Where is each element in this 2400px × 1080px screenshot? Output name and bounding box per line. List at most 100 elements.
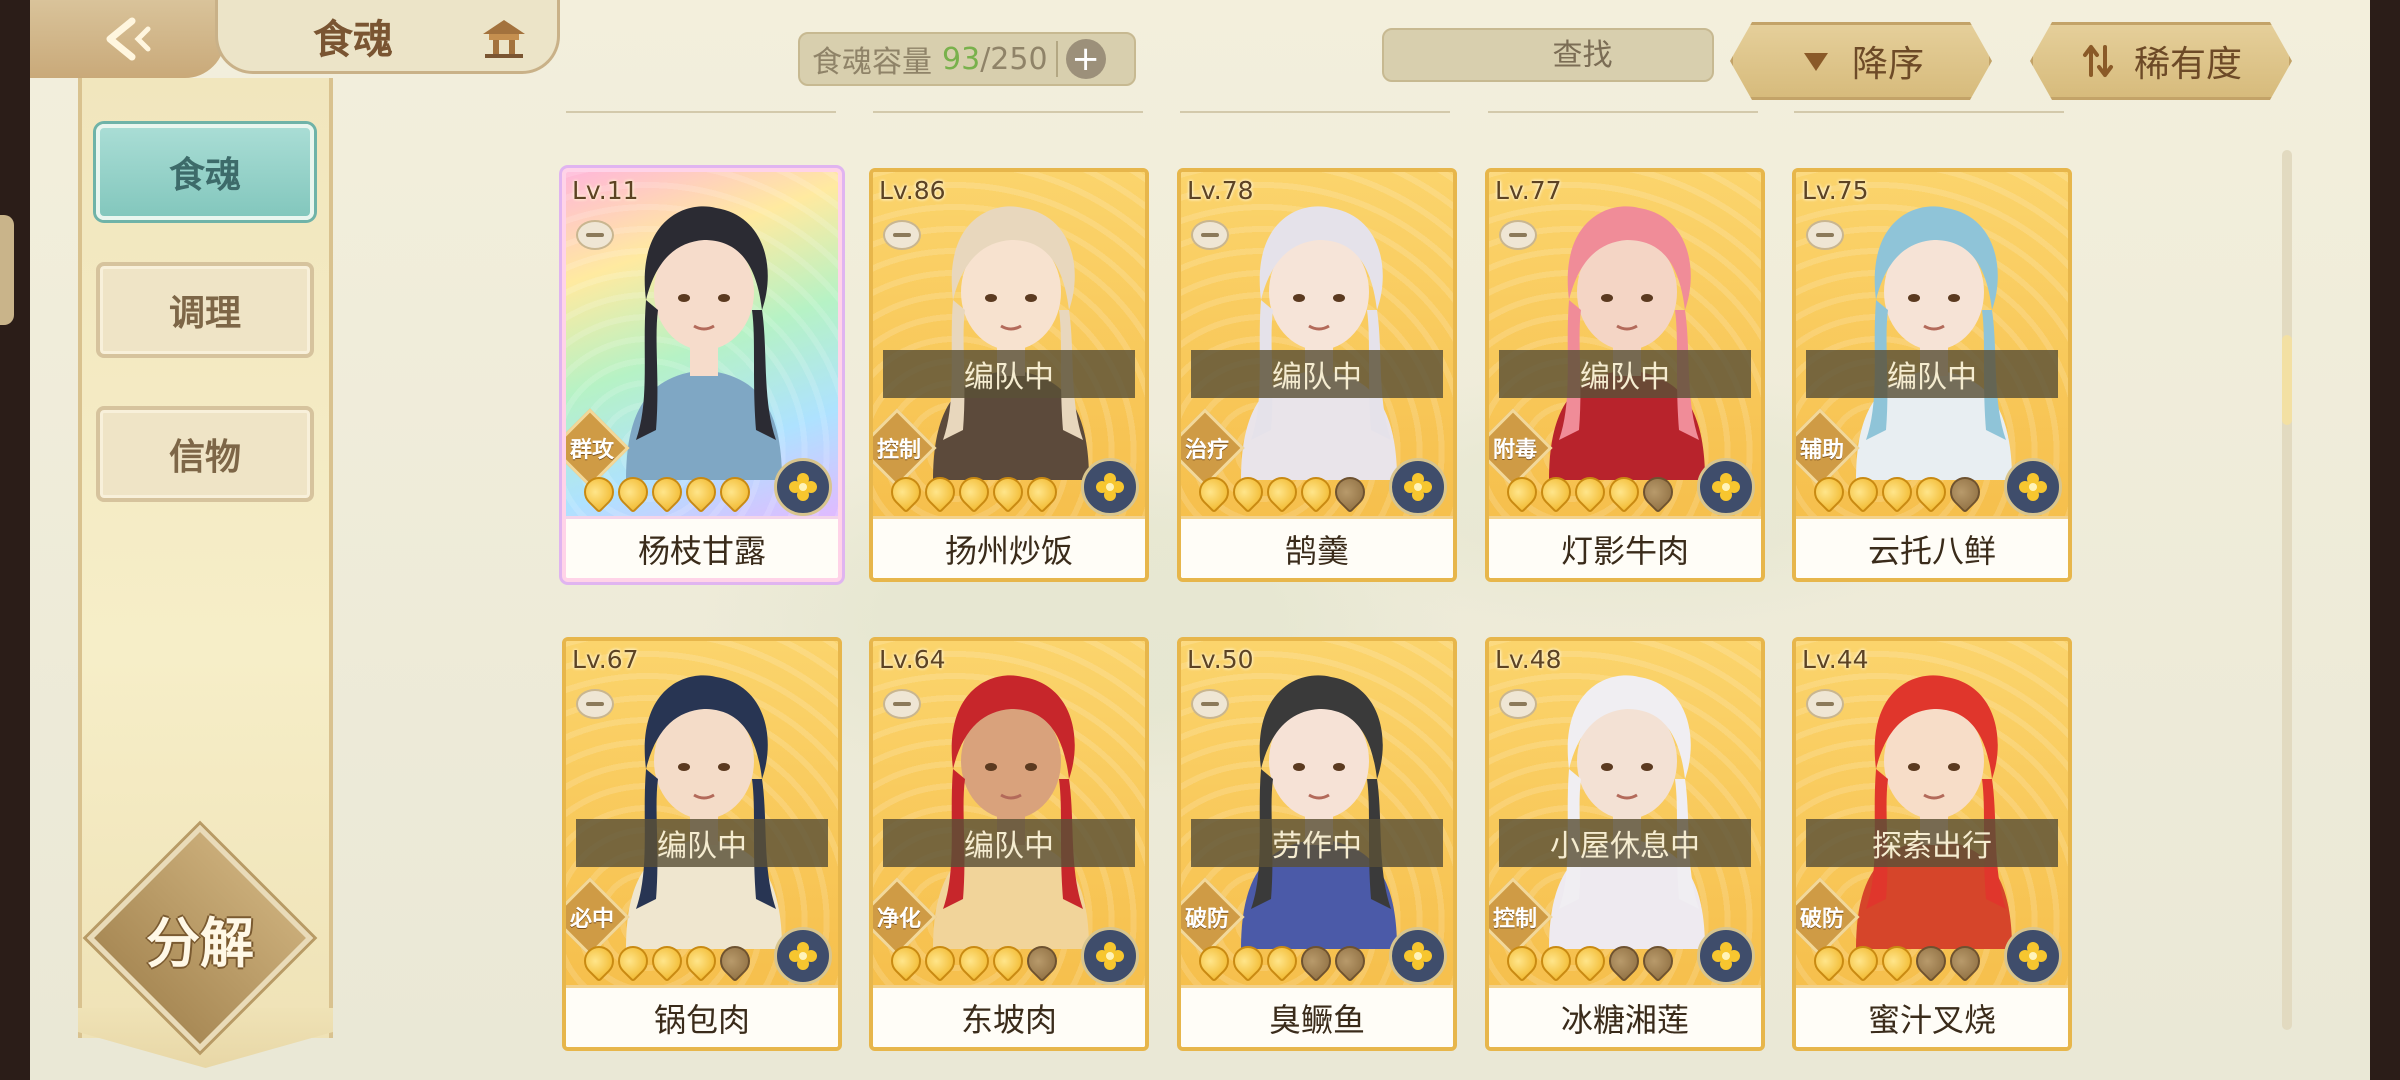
element-flower-icon: [1081, 458, 1139, 516]
star-icon: [1636, 470, 1680, 514]
star-rating: [1500, 468, 1680, 516]
column-divider: [1794, 111, 2064, 113]
star-icon: [1602, 939, 1646, 983]
add-capacity-button[interactable]: +: [1065, 39, 1106, 79]
flower-icon: [1712, 473, 1740, 501]
star-icon: [952, 939, 996, 983]
star-icon: [1260, 939, 1304, 983]
level-label: Lv.11: [572, 176, 639, 205]
food-soul-card[interactable]: Lv.11 群攻 杨枝甘露: [562, 168, 842, 582]
role-label: 破防: [1184, 907, 1229, 932]
screen-edge-right: [2370, 0, 2400, 1080]
star-icon: [1909, 470, 1953, 514]
food-soul-card[interactable]: Lv.78 编队中 治疗 鹄羹: [1177, 168, 1457, 582]
star-icon: [1807, 939, 1851, 983]
pavilion-icon[interactable]: [479, 16, 529, 60]
star-rating: [1807, 937, 1987, 985]
sidebar-item-label: 调理: [168, 292, 241, 334]
level-label: Lv.67: [572, 645, 639, 674]
sidebar-item-food-souls[interactable]: 食魂: [96, 124, 314, 220]
role-label: 净化: [876, 907, 921, 932]
food-soul-name: 鹄羹: [1181, 516, 1453, 578]
role-label: 群攻: [569, 438, 614, 463]
role-label: 附毒: [1492, 438, 1537, 463]
sort-by-button[interactable]: 稀有度: [2030, 22, 2292, 100]
capacity-label: 食魂容量: [812, 45, 932, 80]
star-rating: [1192, 937, 1372, 985]
character-portrait: [933, 206, 1089, 480]
star-icon: [1875, 939, 1919, 983]
level-label: Lv.48: [1495, 645, 1562, 674]
role-label: 辅助: [1799, 438, 1844, 463]
star-icon: [1909, 939, 1953, 983]
search-box[interactable]: ✕: [1382, 28, 1798, 82]
sidebar-item-label: 食魂: [168, 154, 241, 196]
star-icon: [577, 470, 621, 514]
star-icon: [713, 939, 757, 983]
food-soul-card[interactable]: Lv.86 编队中 控制 扬州炒饭: [869, 168, 1149, 582]
status-banner: 编队中: [576, 819, 828, 867]
star-icon: [1500, 470, 1544, 514]
title-tab: 食魂: [215, 0, 560, 74]
status-banner: 编队中: [883, 819, 1135, 867]
food-soul-card[interactable]: Lv.48 小屋休息中 控制 冰糖湘莲: [1485, 637, 1765, 1051]
element-flower-icon: [1081, 927, 1139, 985]
level-label: Lv.64: [879, 645, 946, 674]
screen-edge-left: [0, 0, 30, 1080]
star-rating: [1192, 468, 1372, 516]
flower-icon: [1096, 942, 1124, 970]
food-soul-card[interactable]: Lv.44 探索出行 破防 蜜汁叉烧: [1792, 637, 2072, 1051]
character-portrait: [1856, 206, 2012, 480]
bowl-icon: [1499, 689, 1537, 719]
bowl-icon: [576, 689, 614, 719]
scrollbar[interactable]: [2282, 150, 2292, 1030]
search-input[interactable]: [1396, 37, 1769, 73]
level-label: Lv.78: [1187, 176, 1254, 205]
bowl-icon: [1806, 220, 1844, 250]
star-icon: [952, 470, 996, 514]
bowl-icon: [1191, 689, 1229, 719]
food-soul-card[interactable]: Lv.77 编队中 附毒 灯影牛肉: [1485, 168, 1765, 582]
element-flower-icon: [774, 927, 832, 985]
sort-order-button[interactable]: 降序: [1730, 22, 1992, 100]
status-banner: 劳作中: [1191, 819, 1443, 867]
role-label: 控制: [1492, 907, 1537, 932]
food-soul-name: 臭鳜鱼: [1181, 985, 1453, 1047]
star-icon: [679, 939, 723, 983]
bowl-icon: [1499, 220, 1537, 250]
back-button[interactable]: [30, 0, 225, 78]
food-soul-card[interactable]: Lv.75 编队中 辅助 云托八鲜: [1792, 168, 2072, 582]
star-icon: [611, 939, 655, 983]
column-divider: [873, 111, 1143, 113]
food-soul-card[interactable]: Lv.67 编队中 必中 锅包肉: [562, 637, 842, 1051]
capacity-total: /250: [980, 41, 1048, 77]
star-icon: [1636, 939, 1680, 983]
sidebar-item-cooking[interactable]: 调理: [96, 262, 314, 358]
sidebar-item-tokens[interactable]: 信物: [96, 406, 314, 502]
character-portrait: [1549, 206, 1705, 480]
side-pull-tab[interactable]: [0, 215, 14, 325]
star-rating: [577, 937, 757, 985]
star-icon: [1841, 470, 1885, 514]
food-soul-card[interactable]: Lv.50 劳作中 破防 臭鳜鱼: [1177, 637, 1457, 1051]
scrollbar-thumb[interactable]: [2282, 335, 2292, 425]
status-banner: 编队中: [1191, 350, 1443, 398]
page-title: 食魂: [313, 15, 393, 63]
food-soul-card[interactable]: Lv.64 编队中 净化 东坡肉: [869, 637, 1149, 1051]
star-icon: [1568, 470, 1612, 514]
star-icon: [1602, 470, 1646, 514]
character-portrait: [626, 206, 782, 480]
star-icon: [1943, 470, 1987, 514]
element-flower-icon: [774, 458, 832, 516]
element-flower-icon: [1697, 927, 1755, 985]
level-label: Lv.86: [879, 176, 946, 205]
star-rating: [577, 468, 757, 516]
flower-icon: [1096, 473, 1124, 501]
star-icon: [1534, 939, 1578, 983]
star-icon: [1192, 470, 1236, 514]
star-icon: [1807, 470, 1851, 514]
star-icon: [645, 939, 689, 983]
star-icon: [986, 939, 1030, 983]
bowl-icon: [1191, 220, 1229, 250]
flower-icon: [1404, 473, 1432, 501]
